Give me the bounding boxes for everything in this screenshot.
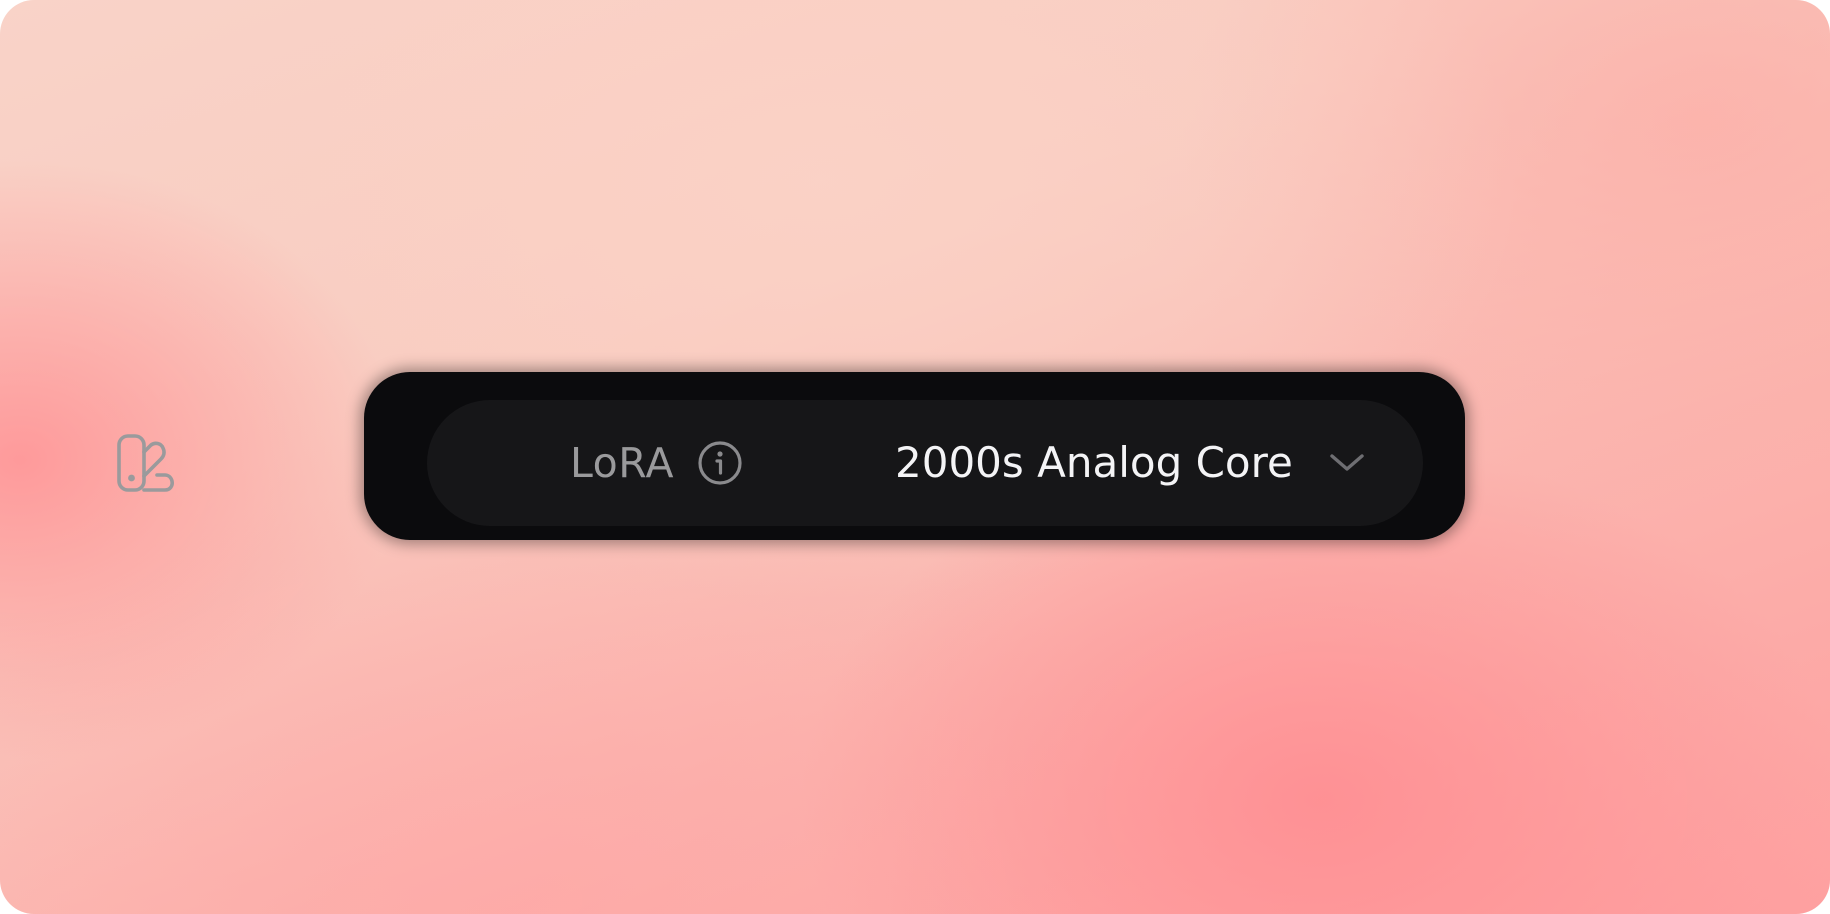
lora-label: LoRA — [570, 439, 675, 487]
chevron-down-icon[interactable] — [1328, 449, 1366, 477]
swatch-palette-icon — [117, 434, 174, 492]
selected-lora-value[interactable]: 2000s Analog Core — [895, 436, 1293, 490]
background-canvas: LoRA 2000s Analog Core — [0, 0, 1830, 914]
info-icon[interactable] — [697, 440, 743, 486]
